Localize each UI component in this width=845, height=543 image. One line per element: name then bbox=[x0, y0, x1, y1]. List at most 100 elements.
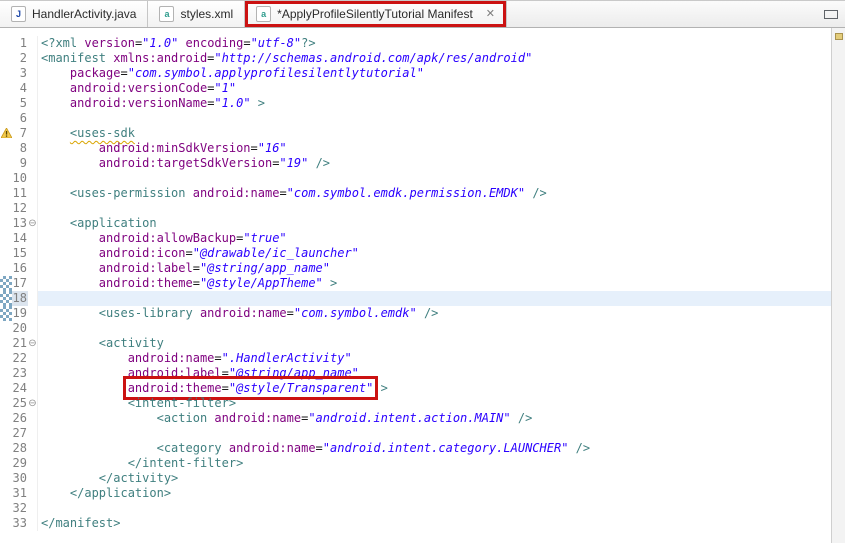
code-text[interactable]: android:label="@string/app_name" bbox=[38, 366, 832, 381]
code-line[interactable]: 9 android:targetSdkVersion="19" /> bbox=[0, 156, 832, 171]
code-text[interactable]: android:versionCode="1" bbox=[38, 81, 832, 96]
code-line[interactable]: 15 android:icon="@drawable/ic_launcher" bbox=[0, 246, 832, 261]
gutter-annotation bbox=[0, 321, 12, 336]
gutter-annotation bbox=[0, 366, 12, 381]
code-line[interactable]: 27 bbox=[0, 426, 832, 441]
overview-ruler[interactable] bbox=[831, 28, 845, 543]
code-text[interactable]: <application bbox=[38, 216, 832, 231]
code-line[interactable]: 11 <uses-permission android:name="com.sy… bbox=[0, 186, 832, 201]
code-line[interactable]: 18 bbox=[0, 291, 832, 306]
code-text[interactable]: android:allowBackup="true" bbox=[38, 231, 832, 246]
code-text[interactable]: <action android:name="android.intent.act… bbox=[38, 411, 832, 426]
line-number: 3 bbox=[12, 66, 28, 81]
code-line[interactable]: 12 bbox=[0, 201, 832, 216]
code-text[interactable]: </intent-filter> bbox=[38, 456, 832, 471]
fold-collapse-icon[interactable]: ⊖ bbox=[28, 336, 38, 351]
editor-tab-bar: J HandlerActivity.java a styles.xml a *A… bbox=[0, 1, 845, 28]
code-text[interactable]: <?xml version="1.0" encoding="utf-8"?> bbox=[38, 36, 832, 51]
code-text[interactable]: <uses-sdk bbox=[38, 126, 832, 141]
code-line[interactable]: 31 </application> bbox=[0, 486, 832, 501]
code-text[interactable]: <intent-filter> bbox=[38, 396, 832, 411]
close-icon[interactable]: ✕ bbox=[486, 9, 495, 20]
code-text[interactable]: </application> bbox=[38, 486, 832, 501]
code-text[interactable]: android:theme="@style/Transparent" > bbox=[38, 381, 832, 396]
code-text[interactable]: android:icon="@drawable/ic_launcher" bbox=[38, 246, 832, 261]
red-highlight-box: android:theme="@style/Transparent" bbox=[128, 381, 374, 395]
code-text[interactable] bbox=[38, 171, 832, 186]
line-number: 6 bbox=[12, 111, 28, 126]
warning-icon bbox=[0, 126, 12, 141]
code-line[interactable]: 1<?xml version="1.0" encoding="utf-8"?> bbox=[0, 36, 832, 51]
code-line[interactable]: 23 android:label="@string/app_name" bbox=[0, 366, 832, 381]
gutter-annotation bbox=[0, 186, 12, 201]
fold-collapse-icon[interactable]: ⊖ bbox=[28, 216, 38, 231]
fold-spacer bbox=[28, 81, 38, 96]
code-line[interactable]: 14 android:allowBackup="true" bbox=[0, 231, 832, 246]
overview-warning-marker bbox=[835, 33, 843, 40]
code-line[interactable]: 7 <uses-sdk bbox=[0, 126, 832, 141]
tab-styles-xml[interactable]: a styles.xml bbox=[148, 1, 245, 27]
fold-spacer bbox=[28, 471, 38, 486]
code-text[interactable]: android:versionName="1.0" > bbox=[38, 96, 832, 111]
fold-spacer bbox=[28, 516, 38, 531]
gutter-annotation bbox=[0, 501, 12, 516]
code-editor[interactable]: 1<?xml version="1.0" encoding="utf-8"?>2… bbox=[0, 28, 845, 543]
code-text[interactable]: android:name=".HandlerActivity" bbox=[38, 351, 832, 366]
line-number: 21 bbox=[12, 336, 28, 351]
tab-handleractivity-java[interactable]: J HandlerActivity.java bbox=[0, 1, 148, 27]
code-line[interactable]: 22 android:name=".HandlerActivity" bbox=[0, 351, 832, 366]
code-line[interactable]: 3 package="com.symbol.applyprofilesilent… bbox=[0, 66, 832, 81]
tab-manifest-active[interactable]: a *ApplyProfileSilentlyTutorial Manifest… bbox=[245, 1, 507, 27]
code-text[interactable] bbox=[38, 426, 832, 441]
code-line[interactable]: 4 android:versionCode="1" bbox=[0, 81, 832, 96]
code-line[interactable]: 6 bbox=[0, 111, 832, 126]
code-text[interactable]: <uses-library android:name="com.symbol.e… bbox=[38, 306, 832, 321]
code-text[interactable]: <category android:name="android.intent.c… bbox=[38, 441, 832, 456]
code-line[interactable]: 5 android:versionName="1.0" > bbox=[0, 96, 832, 111]
code-text[interactable] bbox=[38, 291, 832, 306]
code-text[interactable]: android:label="@string/app_name" bbox=[38, 261, 832, 276]
code-line[interactable]: 26 <action android:name="android.intent.… bbox=[0, 411, 832, 426]
gutter-annotation bbox=[0, 216, 12, 231]
eclipse-editor-view: J HandlerActivity.java a styles.xml a *A… bbox=[0, 0, 845, 543]
code-line[interactable]: 2<manifest xmlns:android="http://schemas… bbox=[0, 51, 832, 66]
line-number: 15 bbox=[12, 246, 28, 261]
code-line[interactable]: 8 android:minSdkVersion="16" bbox=[0, 141, 832, 156]
maximize-icon[interactable] bbox=[824, 10, 838, 19]
code-text[interactable]: </manifest> bbox=[38, 516, 832, 531]
code-text[interactable]: package="com.symbol.applyprofilesilently… bbox=[38, 66, 832, 81]
code-line[interactable]: 16 android:label="@string/app_name" bbox=[0, 261, 832, 276]
code-line[interactable]: 25⊖ <intent-filter> bbox=[0, 396, 832, 411]
gutter-annotation bbox=[0, 336, 12, 351]
gutter-annotation bbox=[0, 456, 12, 471]
code-text[interactable] bbox=[38, 321, 832, 336]
gutter-annotation bbox=[0, 486, 12, 501]
code-line[interactable]: 20 bbox=[0, 321, 832, 336]
fold-collapse-icon[interactable]: ⊖ bbox=[28, 396, 38, 411]
code-line[interactable]: 32 bbox=[0, 501, 832, 516]
code-line[interactable]: 33</manifest> bbox=[0, 516, 832, 531]
gutter-annotation bbox=[0, 351, 12, 366]
code-line[interactable]: 10 bbox=[0, 171, 832, 186]
code-text[interactable]: android:theme="@style/AppTheme" > bbox=[38, 276, 832, 291]
code-text[interactable]: android:minSdkVersion="16" bbox=[38, 141, 832, 156]
code-line[interactable]: 30 </activity> bbox=[0, 471, 832, 486]
code-line[interactable]: 21⊖ <activity bbox=[0, 336, 832, 351]
code-text[interactable]: <uses-permission android:name="com.symbo… bbox=[38, 186, 832, 201]
code-text[interactable]: <activity bbox=[38, 336, 832, 351]
code-text[interactable]: </activity> bbox=[38, 471, 832, 486]
code-line[interactable]: 17 android:theme="@style/AppTheme" > bbox=[0, 276, 832, 291]
code-text[interactable]: android:targetSdkVersion="19" /> bbox=[38, 156, 832, 171]
gutter-annotation bbox=[0, 246, 12, 261]
code-line[interactable]: 13⊖ <application bbox=[0, 216, 832, 231]
code-text[interactable] bbox=[38, 201, 832, 216]
code-text[interactable] bbox=[38, 111, 832, 126]
code-line[interactable]: 19 <uses-library android:name="com.symbo… bbox=[0, 306, 832, 321]
gutter-annotation bbox=[0, 396, 12, 411]
code-text[interactable]: <manifest xmlns:android="http://schemas.… bbox=[38, 51, 832, 66]
code-text[interactable] bbox=[38, 501, 832, 516]
code-line[interactable]: 29 </intent-filter> bbox=[0, 456, 832, 471]
code-line[interactable]: 28 <category android:name="android.inten… bbox=[0, 441, 832, 456]
fold-spacer bbox=[28, 381, 38, 396]
code-line[interactable]: 24 android:theme="@style/Transparent" > bbox=[0, 381, 832, 396]
